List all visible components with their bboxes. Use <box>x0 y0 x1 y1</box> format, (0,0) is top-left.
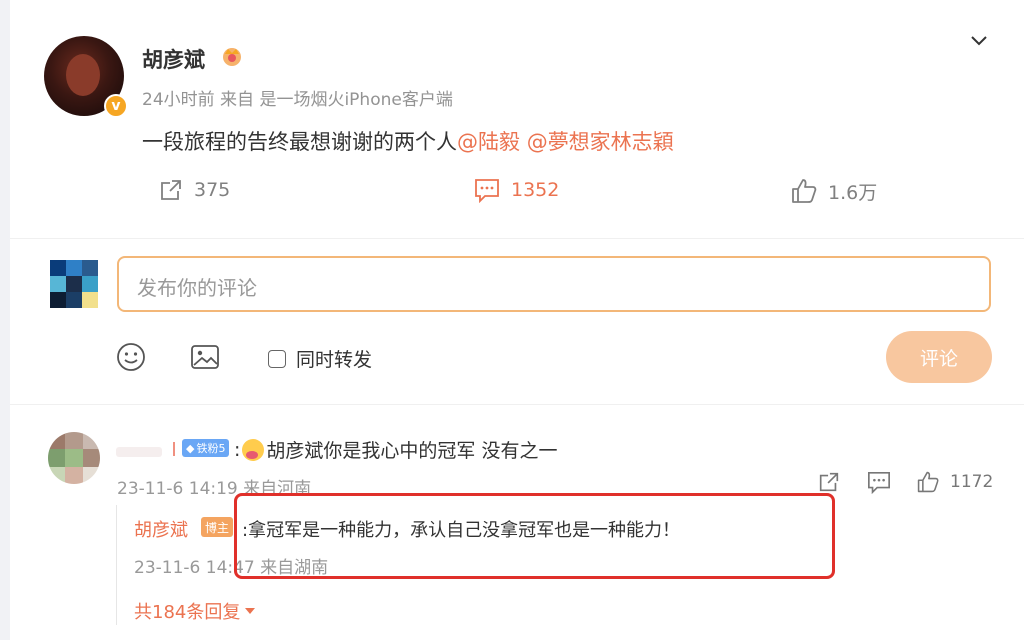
separator-bar <box>173 442 175 456</box>
image-icon <box>190 343 220 371</box>
image-button[interactable] <box>190 343 220 371</box>
post-text: 一段旅程的告终最想谢谢的两个人 <box>142 130 457 154</box>
post-meta: 24小时前 来自 是一场烟火iPhone客户端 <box>142 90 453 110</box>
commenter-avatar[interactable] <box>48 432 100 484</box>
comment-repost-button[interactable] <box>817 470 841 494</box>
emoji-button[interactable] <box>116 342 146 372</box>
reply-thread-line <box>116 505 122 625</box>
fan-badge-label: 铁粉5 <box>196 442 226 455</box>
comment-colon: : <box>234 438 241 461</box>
repost-icon <box>158 177 184 203</box>
comment-button[interactable]: 1352 <box>473 177 559 203</box>
blogger-badge: 博主 <box>201 517 234 537</box>
repost-icon <box>817 470 841 494</box>
comment-count: 1352 <box>511 179 560 201</box>
repost-checkbox-label: 同时转发 <box>296 349 373 371</box>
mention-luyi[interactable]: @陆毅 <box>457 130 520 154</box>
like-button[interactable]: 1.6万 <box>790 177 877 205</box>
repost-checkbox[interactable]: 同时转发 <box>268 345 372 372</box>
checkbox-box[interactable] <box>268 349 286 368</box>
submit-comment-button[interactable]: 评论 <box>886 331 992 383</box>
commenter-name[interactable] <box>116 447 162 457</box>
fan-badge: ◆ 铁粉5 <box>182 439 230 457</box>
diamond-icon: ◆ <box>186 441 195 455</box>
comment-icon <box>866 470 892 494</box>
mention-linzhiying[interactable]: @夢想家林志穎 <box>527 130 674 154</box>
repost-count: 375 <box>194 179 231 201</box>
verified-badge: v <box>104 94 128 118</box>
comment-body: 胡彦斌你是我心中的冠军 没有之一 <box>266 440 558 462</box>
more-replies-link[interactable]: 共184条回复 <box>134 598 256 624</box>
highlight-box <box>234 493 835 579</box>
current-user-avatar <box>50 260 98 308</box>
weibo-post-card: v 胡彦斌 24小时前 来自 是一场烟火iPhone客户端 一段旅程的告终最想谢… <box>10 0 1024 640</box>
comment-like-count: 1172 <box>950 472 994 492</box>
like-icon <box>790 177 818 205</box>
comment-icon <box>473 177 501 203</box>
repost-button[interactable]: 375 <box>158 177 230 203</box>
author-name[interactable]: 胡彦斌 <box>142 44 205 74</box>
more-replies-label: 共184条回复 <box>134 602 241 623</box>
post-content: 一段旅程的告终最想谢谢的两个人@陆毅 @夢想家林志穎 <box>142 126 674 156</box>
emoji-icon <box>116 342 146 372</box>
like-icon <box>916 470 940 494</box>
chevron-down-icon[interactable] <box>968 30 990 52</box>
crown-icon <box>220 44 244 68</box>
caret-down-icon <box>244 606 256 616</box>
comment-input[interactable]: 发布你的评论 <box>117 256 991 312</box>
like-count: 1.6万 <box>828 181 878 204</box>
divider <box>10 238 1024 239</box>
divider <box>10 404 1024 405</box>
reply-author[interactable]: 胡彦斌 <box>134 516 188 542</box>
comment-like-button[interactable]: 1172 <box>916 470 993 494</box>
comment-reply-button[interactable] <box>866 470 892 494</box>
comment-text: : 胡彦斌你是我心中的冠军 没有之一 <box>234 436 557 463</box>
kiss-emoji-icon <box>242 438 265 461</box>
